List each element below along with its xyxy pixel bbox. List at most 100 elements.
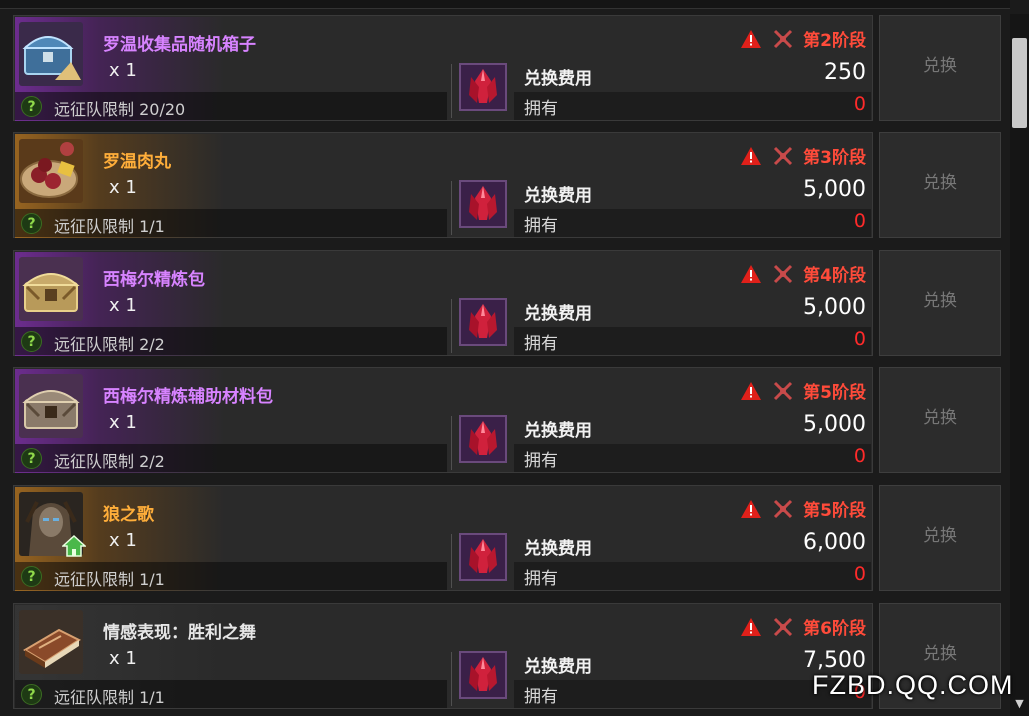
red-crystal-icon <box>459 651 507 699</box>
item-quantity: x 1 <box>109 648 137 669</box>
item-quantity: x 1 <box>109 412 137 433</box>
divider <box>451 64 452 118</box>
stage-indicator: 第6阶段 <box>740 614 866 639</box>
exchange-button[interactable]: 兑换 <box>879 15 1001 121</box>
owned-label: 拥有 <box>524 451 558 471</box>
owned-label: 拥有 <box>524 99 558 119</box>
exchange-row: 西梅尔精炼包 x 1 ? 远征队限制 2/2 第4阶段 兑换费用 5,000 拥… <box>13 250 1003 358</box>
scrollbar-thumb[interactable] <box>1012 38 1027 128</box>
stage-indicator: 第2阶段 <box>740 26 866 51</box>
crossed-axes-icon <box>774 499 793 518</box>
red-crystal-icon <box>459 180 507 228</box>
expedition-limit: 远征队限制 2/2 <box>54 335 165 354</box>
stage-label: 第5阶段 <box>803 383 866 403</box>
home-icon <box>62 534 86 557</box>
divider <box>451 181 452 235</box>
red-crystal-icon <box>459 533 507 581</box>
cost-label: 兑换费用 <box>524 304 592 324</box>
item-card: 罗温肉丸 x 1 ? 远征队限制 1/1 第3阶段 兑换费用 5,000 拥有 … <box>13 132 873 238</box>
cost-value: 5,000 <box>803 412 866 437</box>
divider <box>451 534 452 588</box>
help-icon[interactable]: ? <box>21 96 42 117</box>
help-icon[interactable]: ? <box>21 566 42 587</box>
owned-value: 0 <box>853 328 866 350</box>
help-icon[interactable]: ? <box>21 684 42 705</box>
item-name: 西梅尔精炼包 <box>103 270 205 290</box>
owned-bar <box>514 209 871 237</box>
help-icon[interactable]: ? <box>21 213 42 234</box>
item-quantity: x 1 <box>109 177 137 198</box>
exchange-row: 狼之歌 x 1 ? 远征队限制 1/1 第5阶段 兑换费用 6,000 拥有 0 <box>13 485 1003 593</box>
exchange-row: 罗温收集品随机箱子 x 1 ? 远征队限制 20/20 第2阶段 兑换费用 25… <box>13 15 1003 123</box>
item-card: 罗温收集品随机箱子 x 1 ? 远征队限制 20/20 第2阶段 兑换费用 25… <box>13 15 873 121</box>
exchange-row: 西梅尔精炼辅助材料包 x 1 ? 远征队限制 2/2 第5阶段 兑换费用 5,0… <box>13 367 1003 475</box>
cost-value: 6,000 <box>803 530 866 555</box>
item-quantity: x 1 <box>109 295 137 316</box>
stage-indicator: 第5阶段 <box>740 496 866 521</box>
exchange-button[interactable]: 兑换 <box>879 132 1001 238</box>
expedition-limit: 远征队限制 2/2 <box>54 452 165 471</box>
owned-bar <box>514 327 871 355</box>
item-card: 西梅尔精炼包 x 1 ? 远征队限制 2/2 第4阶段 兑换费用 5,000 拥… <box>13 250 873 356</box>
owned-label: 拥有 <box>524 216 558 236</box>
warning-icon <box>740 499 761 518</box>
expedition-limit: 远征队限制 1/1 <box>54 570 165 589</box>
cost-value: 5,000 <box>803 177 866 202</box>
warning-icon <box>740 29 761 48</box>
owned-value: 0 <box>853 210 866 232</box>
owned-bar <box>514 562 871 590</box>
owned-value: 0 <box>853 93 866 115</box>
blue-chest-icon <box>19 22 83 86</box>
item-quantity: x 1 <box>109 530 137 551</box>
meatball-plate-icon <box>19 139 83 203</box>
warning-icon <box>740 381 761 400</box>
exchange-button[interactable]: 兑换 <box>879 367 1001 473</box>
help-icon[interactable]: ? <box>21 331 42 352</box>
item-card: 西梅尔精炼辅助材料包 x 1 ? 远征队限制 2/2 第5阶段 兑换费用 5,0… <box>13 367 873 473</box>
exchange-button[interactable]: 兑换 <box>879 250 1001 356</box>
scroll-down-arrow-icon[interactable]: ▼ <box>1012 696 1027 712</box>
red-crystal-icon <box>459 298 507 346</box>
cost-label: 兑换费用 <box>524 539 592 559</box>
stage-label: 第6阶段 <box>803 619 866 639</box>
divider <box>451 416 452 470</box>
ornate-chest-icon <box>19 374 83 438</box>
top-border <box>0 0 1010 9</box>
cost-value: 250 <box>824 60 866 85</box>
stage-label: 第2阶段 <box>803 31 866 51</box>
owned-label: 拥有 <box>524 334 558 354</box>
owned-label: 拥有 <box>524 569 558 589</box>
owned-value: 0 <box>853 563 866 585</box>
item-name: 情感表现：胜利之舞 <box>103 623 256 643</box>
owned-bar <box>514 92 871 120</box>
expedition-limit: 远征队限制 1/1 <box>54 217 165 236</box>
cost-label: 兑换费用 <box>524 69 592 89</box>
stage-label: 第4阶段 <box>803 266 866 286</box>
item-name: 西梅尔精炼辅助材料包 <box>103 387 273 407</box>
stage-indicator: 第4阶段 <box>740 261 866 286</box>
cost-label: 兑换费用 <box>524 657 592 677</box>
stage-indicator: 第5阶段 <box>740 378 866 403</box>
gold-chest-icon <box>19 257 83 321</box>
warning-icon <box>740 617 761 636</box>
item-quantity: x 1 <box>109 60 137 81</box>
item-name: 狼之歌 <box>103 505 154 525</box>
warning-icon <box>740 146 761 165</box>
crossed-axes-icon <box>774 29 793 48</box>
crossed-axes-icon <box>774 617 793 636</box>
divider <box>451 299 452 353</box>
red-crystal-icon <box>459 63 507 111</box>
stage-label: 第5阶段 <box>803 501 866 521</box>
emote-book-icon <box>19 610 83 674</box>
divider <box>451 652 452 706</box>
help-icon[interactable]: ? <box>21 448 42 469</box>
cost-label: 兑换费用 <box>524 421 592 441</box>
cost-label: 兑换费用 <box>524 186 592 206</box>
scrollbar[interactable]: ▼ <box>1010 14 1029 716</box>
exchange-button[interactable]: 兑换 <box>879 485 1001 591</box>
stage-label: 第3阶段 <box>803 148 866 168</box>
owned-value: 0 <box>853 445 866 467</box>
warning-icon <box>740 264 761 283</box>
watermark: FZBD.QQ.COM <box>812 670 1014 700</box>
expedition-limit: 远征队限制 20/20 <box>54 100 186 119</box>
